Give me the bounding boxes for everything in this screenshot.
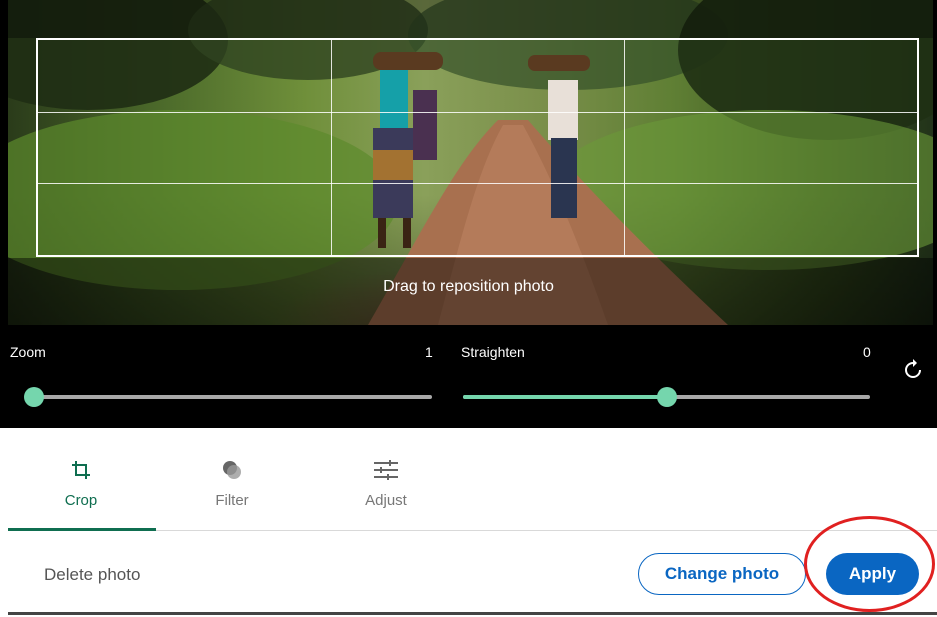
zoom-slider-track[interactable] [34, 395, 432, 399]
crop-icon [72, 461, 90, 479]
active-tab-indicator [8, 528, 156, 531]
change-photo-button[interactable]: Change photo [638, 553, 806, 595]
drag-hint: Drag to reposition photo [383, 278, 554, 295]
straighten-slider-thumb[interactable] [656, 387, 677, 407]
tab-crop[interactable]: Crop [31, 458, 131, 509]
tab-adjust-label: Adjust [365, 492, 407, 509]
straighten-slider-fill [463, 395, 667, 399]
crop-grid-line [330, 40, 332, 255]
slider-controls: Zoom 1 Straighten 0 [0, 325, 937, 428]
tab-adjust[interactable]: Adjust [336, 458, 436, 509]
filter-icon [223, 461, 241, 479]
crop-frame[interactable] [36, 38, 919, 257]
zoom-slider-thumb[interactable] [24, 387, 44, 407]
bottom-rule [8, 612, 937, 615]
crop-mask-top [8, 0, 933, 38]
rotate-icon [905, 359, 921, 378]
adjust-icon [374, 460, 398, 480]
tab-filter[interactable]: Filter [182, 458, 282, 509]
tab-crop-label: Crop [64, 492, 98, 509]
zoom-label: Zoom [10, 344, 46, 360]
delete-photo-button[interactable]: Delete photo [44, 565, 140, 585]
crop-grid-line [38, 111, 917, 113]
tab-filter-label: Filter [215, 492, 249, 509]
straighten-label: Straighten [461, 344, 525, 360]
zoom-value: 1 [425, 344, 433, 360]
crop-grid-line [38, 183, 917, 185]
crop-grid-line [623, 40, 625, 255]
straighten-value: 0 [863, 344, 871, 360]
rotate-button[interactable] [898, 355, 928, 385]
apply-button[interactable]: Apply [826, 553, 919, 595]
photo-canvas[interactable]: Drag to reposition photo [0, 0, 937, 325]
